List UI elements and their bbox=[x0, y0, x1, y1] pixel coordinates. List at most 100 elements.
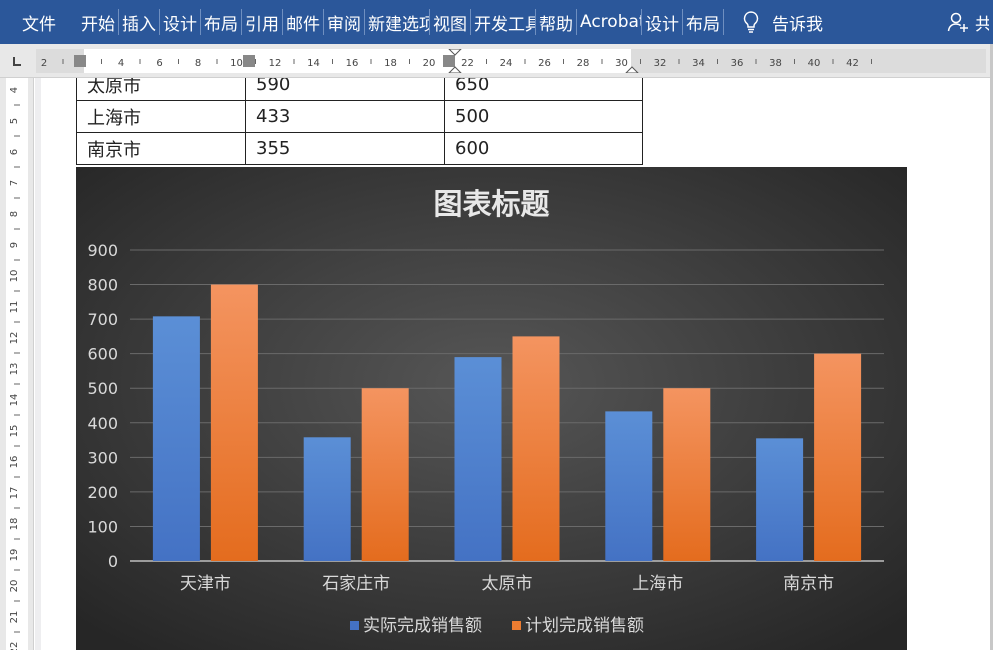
ruler-label: 10 bbox=[230, 58, 243, 69]
bar-plan[interactable] bbox=[512, 336, 560, 561]
ruler-label: 2 bbox=[41, 58, 47, 69]
ruler-label: 6 bbox=[156, 58, 162, 69]
x-tick-label: 上海市 bbox=[632, 574, 683, 594]
ruler-label: 4 bbox=[9, 87, 20, 93]
table-row[interactable]: 上海市 433 500 bbox=[76, 100, 643, 133]
tab-acrobat[interactable]: Acrobat bbox=[577, 0, 641, 44]
ruler-label: 7 bbox=[9, 180, 20, 186]
document-page[interactable]: 太原市 590 650 上海市 433 500 南京市 355 600 图表标题 0 100 200 3… bbox=[41, 78, 990, 650]
tab-developer[interactable]: 开发工具 bbox=[471, 0, 535, 44]
ruler-label: 19 bbox=[9, 549, 20, 562]
x-tick-label: 太原市 bbox=[482, 574, 533, 594]
document-canvas[interactable]: 太原市 590 650 上海市 433 500 南京市 355 600 图表标题 0 100 200 3… bbox=[35, 78, 990, 650]
column-marker[interactable] bbox=[74, 55, 86, 67]
ruler-label: 16 bbox=[346, 58, 359, 69]
y-tick-label: 800 bbox=[87, 276, 118, 295]
y-tick-label: 600 bbox=[87, 345, 118, 364]
tab-stop-selector[interactable] bbox=[0, 44, 34, 78]
ruler-label: 13 bbox=[9, 363, 20, 376]
ruler-label: 14 bbox=[307, 58, 320, 69]
bar-actual[interactable] bbox=[756, 438, 804, 561]
table-cell[interactable]: 600 bbox=[444, 132, 643, 165]
ruler-label: 20 bbox=[423, 58, 436, 69]
vertical-ruler[interactable]: 4 5 6 7 8 9 10 11 12 13 14 15 16 17 18 19 20 21 22 bbox=[0, 78, 34, 650]
ruler-label: 38 bbox=[769, 58, 782, 69]
column-marker[interactable] bbox=[443, 55, 455, 67]
word-window: 文件 开始 插入 设计 布局 引用 邮件 审阅 新建选项卡 视图 开发工具 帮助… bbox=[0, 0, 993, 650]
person-add-icon bbox=[947, 12, 968, 32]
tab-file[interactable]: 文件 bbox=[0, 0, 78, 44]
ruler-label: 20 bbox=[9, 580, 20, 593]
share-label: 共享 bbox=[975, 14, 989, 35]
tab-review[interactable]: 审阅 bbox=[324, 0, 364, 44]
horizontal-ruler[interactable]: 224681012141618202224262830323436384042 bbox=[36, 49, 986, 73]
bar-actual[interactable] bbox=[454, 357, 502, 561]
bar-actual[interactable] bbox=[303, 437, 351, 561]
tab-layout[interactable]: 布局 bbox=[201, 0, 241, 44]
tab-home[interactable]: 开始 bbox=[78, 0, 118, 44]
tab-new-tab[interactable]: 新建选项卡 bbox=[365, 0, 429, 44]
bar-chart[interactable]: 图表标题 0 100 200 300 400 500 600 700 800 900 天津市 石家庄市 太… bbox=[76, 167, 907, 650]
column-marker[interactable] bbox=[243, 55, 255, 67]
tab-help[interactable]: 帮助 bbox=[536, 0, 576, 44]
bar-plan[interactable] bbox=[814, 353, 862, 561]
x-tick-label: 天津市 bbox=[180, 574, 231, 594]
x-tick-label: 南京市 bbox=[783, 574, 834, 594]
table-cell[interactable]: 南京市 bbox=[76, 132, 246, 165]
vertical-ruler-scale: 4 5 6 7 8 9 10 11 12 13 14 15 16 17 18 19 20 21 22 bbox=[6, 78, 28, 650]
table-cell[interactable]: 500 bbox=[444, 100, 643, 133]
ruler-label: 21 bbox=[9, 611, 20, 624]
data-table[interactable]: 太原市 590 650 上海市 433 500 南京市 355 600 bbox=[76, 78, 643, 165]
ruler-label: 12 bbox=[269, 58, 282, 69]
bar-actual[interactable] bbox=[152, 316, 200, 561]
ruler-label: 5 bbox=[9, 118, 20, 124]
chart-svg: 图表标题 0 100 200 300 400 500 600 700 800 900 天津市 石家庄市 太… bbox=[76, 167, 907, 650]
table-row[interactable]: 南京市 355 600 bbox=[76, 132, 643, 165]
tab-references[interactable]: 引用 bbox=[242, 0, 282, 44]
table-cell[interactable]: 590 bbox=[245, 78, 445, 101]
y-tick-label: 500 bbox=[87, 379, 118, 398]
table-cell[interactable]: 355 bbox=[245, 132, 445, 165]
ruler-label: 4 bbox=[118, 58, 124, 69]
table-cell[interactable]: 650 bbox=[444, 78, 643, 101]
y-tick-label: 0 bbox=[108, 552, 118, 571]
table-cell[interactable]: 太原市 bbox=[76, 78, 246, 101]
ruler-label: 42 bbox=[846, 58, 859, 69]
bar-actual[interactable] bbox=[605, 411, 653, 561]
ruler-label: 11 bbox=[9, 301, 20, 314]
tell-me-label: 告诉我 bbox=[772, 14, 823, 35]
ruler-label: 34 bbox=[692, 58, 705, 69]
left-tab-icon bbox=[13, 57, 21, 66]
bar-plan[interactable] bbox=[210, 284, 258, 561]
tab-mailings[interactable]: 邮件 bbox=[283, 0, 323, 44]
chart-title: 图表标题 bbox=[433, 187, 549, 221]
y-tick-label: 700 bbox=[87, 310, 118, 329]
y-tick-label: 100 bbox=[87, 517, 118, 536]
tab-view[interactable]: 视图 bbox=[430, 0, 470, 44]
ruler-label: 16 bbox=[9, 456, 20, 469]
tab-chart-format[interactable]: 布局 bbox=[683, 0, 723, 44]
y-tick-label: 300 bbox=[87, 448, 118, 467]
bar-plan[interactable] bbox=[361, 388, 409, 561]
share-button[interactable]: 共享 bbox=[947, 10, 993, 35]
ruler-label: 26 bbox=[538, 58, 551, 69]
legend-swatch bbox=[512, 621, 521, 630]
ruler-label: 24 bbox=[500, 58, 513, 69]
tab-design[interactable]: 设计 bbox=[160, 0, 200, 44]
table-row[interactable]: 太原市 590 650 bbox=[76, 78, 643, 101]
tab-insert[interactable]: 插入 bbox=[119, 0, 159, 44]
bar-plan[interactable] bbox=[663, 388, 711, 561]
ruler-label: 30 bbox=[615, 58, 628, 69]
table-cell[interactable]: 上海市 bbox=[76, 100, 246, 133]
ruler-label: 22 bbox=[461, 58, 474, 69]
ruler-label: 28 bbox=[577, 58, 590, 69]
ruler-label: 6 bbox=[9, 149, 20, 155]
ruler-label: 10 bbox=[9, 270, 20, 283]
tab-chart-design[interactable]: 设计 bbox=[642, 0, 682, 44]
x-tick-label: 石家庄市 bbox=[322, 574, 390, 594]
ruler-label: 12 bbox=[9, 332, 20, 345]
tell-me-box[interactable]: 告诉我 bbox=[724, 10, 823, 35]
ruler-label: 18 bbox=[384, 58, 397, 69]
table-cell[interactable]: 433 bbox=[245, 100, 445, 133]
ruler-label: 8 bbox=[195, 58, 201, 69]
